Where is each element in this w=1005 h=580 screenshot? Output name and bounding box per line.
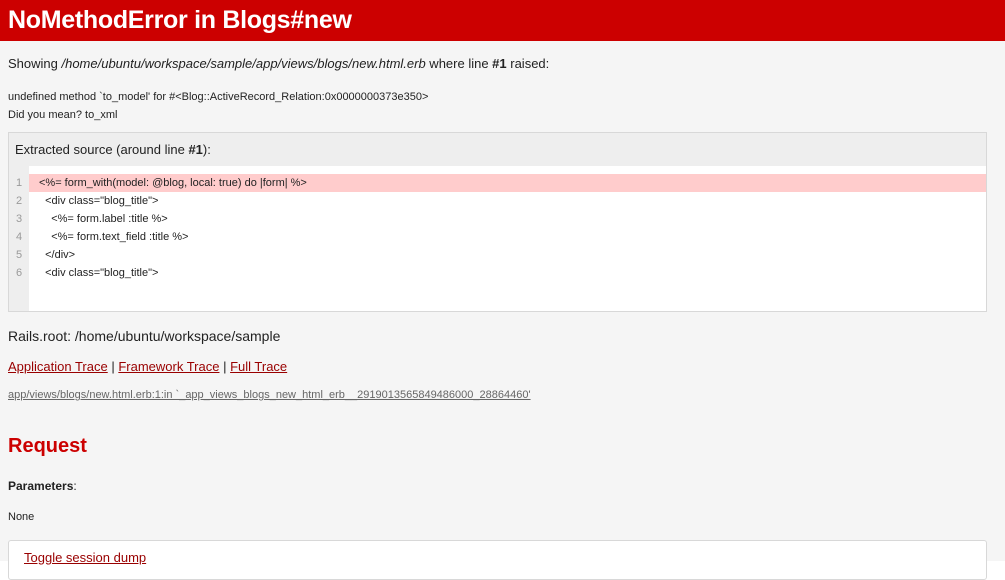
request-heading: Request: [8, 435, 87, 457]
source-title: Extracted source (around line #1):: [15, 142, 211, 157]
source-title-suffix: ):: [202, 142, 211, 157]
line-numbers: 1 2 3 4 5 6: [9, 166, 29, 311]
showing-line: Showing /home/ubuntu/workspace/sample/ap…: [8, 56, 549, 71]
error-header: NoMethodError in Blogs#new: [0, 0, 1005, 41]
code-line-4: <%= form.text_field :title %>: [39, 231, 189, 243]
trace-entry-link[interactable]: app/views/blogs/new.html.erb:1:in `_app_…: [8, 389, 531, 401]
code-line-1-highlighted: <%= form_with(model: @blog, local: true)…: [29, 174, 986, 192]
line-number-5: 5: [15, 249, 23, 261]
source-code: <%= form_with(model: @blog, local: true)…: [29, 166, 986, 311]
error-content: Showing /home/ubuntu/workspace/sample/ap…: [0, 41, 1005, 580]
source-title-line: #1: [188, 142, 203, 157]
trace-links: Application Trace | Framework Trace | Fu…: [8, 359, 287, 374]
code-line-5: </div>: [39, 249, 76, 261]
framework-trace-link[interactable]: Framework Trace: [118, 359, 219, 374]
error-text: undefined method `to_model' for #<Blog::…: [8, 91, 429, 103]
source-title-prefix: Extracted source (around line: [15, 142, 189, 157]
source-body: 1 2 3 4 5 6 <%= form_with(model: @blog, …: [9, 166, 986, 311]
code-line-2: <div class="blog_title">: [39, 195, 159, 207]
line-number-1: 1: [15, 177, 23, 189]
parameters-label: Parameters: [8, 479, 74, 493]
extracted-source: Extracted source (around line #1): 1 2 3…: [8, 132, 987, 312]
showing-prefix: Showing: [8, 56, 62, 71]
session-dump-panel: Toggle session dump: [8, 540, 987, 580]
error-message: undefined method `to_model' for #<Blog::…: [8, 88, 428, 124]
parameters: Parameters:: [8, 479, 77, 493]
line-number: #1: [492, 56, 507, 71]
showing-suffix: raised:: [506, 56, 550, 71]
trace-separator: |: [219, 359, 231, 374]
full-trace-link[interactable]: Full Trace: [230, 359, 287, 374]
code-line-6: <div class="blog_title">: [39, 267, 159, 279]
template-path: /home/ubuntu/workspace/sample/app/views/…: [61, 56, 426, 71]
line-number-3: 3: [15, 213, 23, 225]
error-suggestion: Did you mean? to_xml: [8, 109, 118, 121]
trace-entry: app/views/blogs/new.html.erb:1:in `_app_…: [8, 389, 531, 401]
toggle-session-dump-link[interactable]: Toggle session dump: [24, 550, 146, 565]
page-title: NoMethodError in Blogs#new: [8, 6, 352, 34]
line-number-4: 4: [15, 231, 23, 243]
line-number-6: 6: [15, 267, 23, 279]
parameters-colon: :: [73, 479, 77, 493]
application-trace-link[interactable]: Application Trace: [8, 359, 108, 374]
rails-root: Rails.root: /home/ubuntu/workspace/sampl…: [8, 328, 281, 344]
parameters-value: None: [8, 511, 35, 523]
line-number-2: 2: [15, 195, 23, 207]
showing-middle: where line: [425, 56, 493, 71]
code-line-3: <%= form.label :title %>: [39, 213, 168, 225]
trace-separator: |: [107, 359, 119, 374]
